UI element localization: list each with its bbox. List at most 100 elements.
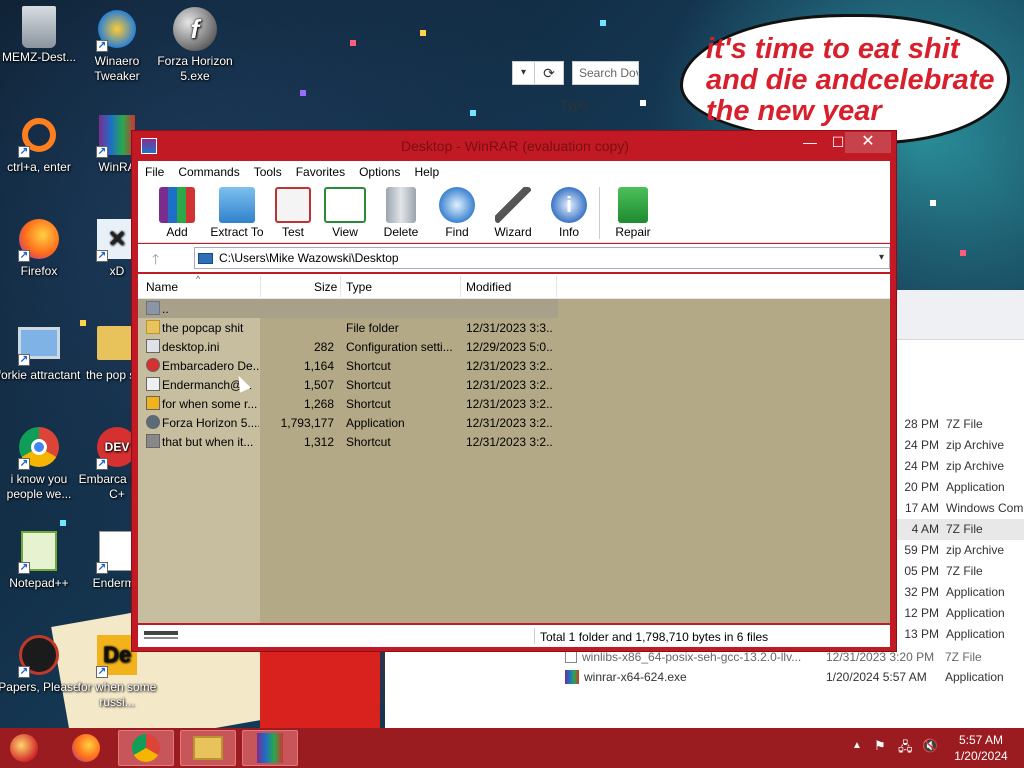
info-label: Info xyxy=(558,225,579,239)
row-type: 7Z File xyxy=(946,417,983,431)
file-row[interactable]: that but when it... 1,312 Shortcut 12/31… xyxy=(138,432,558,451)
row-type: Application xyxy=(946,627,1005,641)
confetti xyxy=(960,250,966,256)
clock[interactable]: 5:57 AM 1/20/2024 xyxy=(946,732,1016,764)
find-button[interactable]: Find xyxy=(434,187,480,241)
shortcut-arrow-icon: ↗ xyxy=(96,40,108,52)
desktop-icon-winaero[interactable]: ↗ Winaero Tweaker xyxy=(75,6,159,84)
shortcut-arrow-icon: ↗ xyxy=(96,562,108,574)
desktop-icon-notepadpp[interactable]: ↗ Notepad++ xyxy=(0,528,81,591)
file-list-header: Name ^ Size Type Modified xyxy=(138,274,890,299)
parent-folder-row[interactable]: .. xyxy=(138,299,558,318)
column-separator[interactable] xyxy=(340,276,341,297)
find-label: Find xyxy=(445,225,469,239)
confetti xyxy=(300,90,306,96)
repair-button[interactable]: Repair xyxy=(608,187,658,241)
view-button[interactable]: View xyxy=(322,187,368,241)
file-explorer-icon xyxy=(193,736,223,760)
explorer-address-dropdown[interactable]: ▾ xyxy=(512,61,534,85)
column-header-name[interactable]: Name xyxy=(146,280,178,294)
minimize-button[interactable]: — xyxy=(796,132,824,153)
file-modified: 12/31/2023 3:2... xyxy=(466,359,552,373)
flash-icon: f xyxy=(172,6,218,52)
column-separator[interactable] xyxy=(556,276,557,297)
file-row[interactable]: the popcap shit File folder 12/31/2023 3… xyxy=(138,318,558,337)
file-date: 1/20/2024 5:57 AM xyxy=(826,670,927,684)
winrar-window[interactable]: Desktop - WinRAR (evaluation copy) — ☐ ✕… xyxy=(131,130,897,652)
file-size: 1,268 xyxy=(303,397,334,411)
delete-button[interactable]: Delete xyxy=(378,187,424,241)
column-separator[interactable] xyxy=(260,276,261,297)
desktop-icon-papers-please[interactable]: ↗ Papers, Please xyxy=(0,632,81,695)
menu-file[interactable]: File xyxy=(138,165,171,179)
menu-help[interactable]: Help xyxy=(407,165,446,179)
file-name: Forza Horizon 5.... xyxy=(162,416,259,430)
close-button[interactable]: ✕ xyxy=(845,132,891,153)
volume-muted-icon[interactable]: 🔇 xyxy=(922,738,938,754)
file-row[interactable]: desktop.ini 282 Configuration setti... 1… xyxy=(138,337,558,356)
extract-folder-icon xyxy=(219,187,255,223)
desktop-icon-ctrl-a[interactable]: ↗ ctrl+a, enter xyxy=(0,112,81,175)
path-dropdown-icon[interactable]: ▾ xyxy=(879,252,884,263)
taskbar-file-explorer[interactable] xyxy=(180,730,236,766)
desktop-icon-label: for when some russi... xyxy=(77,680,157,709)
row-type: 7Z File xyxy=(946,522,983,536)
bubble-line-1: it's time to eat shit xyxy=(706,33,960,65)
add-button[interactable]: Add xyxy=(152,187,202,241)
clock-date: 1/20/2024 xyxy=(954,749,1008,763)
confetti xyxy=(420,30,426,36)
path-input[interactable]: C:\Users\Mike Wazowski\Desktop xyxy=(194,247,890,269)
explorer-search-input[interactable]: Search Dov xyxy=(572,61,639,85)
start-button[interactable] xyxy=(10,734,38,762)
column-header-type[interactable]: Type xyxy=(346,280,372,294)
desktop-icon-forkie[interactable]: ↗ forkie attractant xyxy=(0,320,81,383)
file-row[interactable]: Embarcadero De... 1,164 Shortcut 12/31/2… xyxy=(138,356,558,375)
view-book-icon xyxy=(324,187,366,223)
path-bar: 🡑 C:\Users\Mike Wazowski\Desktop ▾ xyxy=(138,244,890,272)
file-icon xyxy=(565,651,577,663)
confetti xyxy=(600,20,606,26)
file-type: Shortcut xyxy=(346,435,391,449)
explorer-file-row[interactable]: winlibs-x86_64-posix-seh-gcc-13.2.0-llv.… xyxy=(565,650,982,664)
up-arrow-icon[interactable]: 🡑 xyxy=(152,249,159,273)
column-header-size[interactable]: Size xyxy=(314,280,337,294)
test-button[interactable]: Test xyxy=(272,187,314,241)
file-row[interactable]: Forza Horizon 5.... 1,793,177 Applicatio… xyxy=(138,413,558,432)
flag-icon[interactable]: ⚑ xyxy=(874,738,886,754)
row-type: Application xyxy=(946,585,1005,599)
column-separator[interactable] xyxy=(460,276,461,297)
file-type: Configuration setti... xyxy=(346,340,453,354)
menu-commands[interactable]: Commands xyxy=(171,165,246,179)
winrar-titlebar[interactable]: Desktop - WinRAR (evaluation copy) — ☐ ✕ xyxy=(132,131,898,161)
desktop-icon-firefox[interactable]: ↗ Firefox xyxy=(0,216,81,279)
test-label: Test xyxy=(281,225,304,239)
taskbar-firefox[interactable] xyxy=(58,730,114,766)
file-row[interactable]: for when some r... 1,268 Shortcut 12/31/… xyxy=(138,394,558,413)
file-name: .. xyxy=(162,302,169,316)
folder-icon xyxy=(146,320,160,334)
desktop-icon-chrome[interactable]: ↗ i know you people we... xyxy=(0,424,81,502)
explorer-file-row[interactable]: winrar-x64-624.exe 1/20/2024 5:57 AM App… xyxy=(565,670,1004,684)
extract-to-button[interactable]: Extract To xyxy=(206,187,268,241)
file-row[interactable]: Endermanch@... 1,507 Shortcut 12/31/2023… xyxy=(138,375,558,394)
menu-favorites[interactable]: Favorites xyxy=(289,165,352,179)
network-icon[interactable]: 🖧 xyxy=(898,738,913,760)
menu-options[interactable]: Options xyxy=(352,165,407,179)
file-list[interactable]: Name ^ Size Type Modified .. the popcap … xyxy=(138,274,890,623)
file-size: 1,793,177 xyxy=(280,416,334,430)
taskbar-winrar[interactable] xyxy=(242,730,298,766)
refresh-icon[interactable]: ⟳ xyxy=(534,61,564,85)
wizard-button[interactable]: Wizard xyxy=(488,187,538,241)
desktop-icon-forza[interactable]: f Forza Horizon 5.exe xyxy=(153,6,237,84)
info-button[interactable]: i Info xyxy=(546,187,592,241)
row-type: Application xyxy=(946,480,1005,494)
menu-tools[interactable]: Tools xyxy=(247,165,289,179)
desktop-icon-memz[interactable]: MEMZ-Dest... xyxy=(0,6,81,65)
row-type: zip Archive xyxy=(946,459,1005,473)
taskbar-chrome[interactable] xyxy=(118,730,174,766)
explorer-type-column-header[interactable]: Type xyxy=(561,98,587,112)
column-header-modified[interactable]: Modified xyxy=(466,280,511,294)
magnifier-icon xyxy=(439,187,475,223)
show-hidden-icons[interactable]: ▲ xyxy=(852,740,862,751)
file-modified: 12/31/2023 3:2... xyxy=(466,435,552,449)
